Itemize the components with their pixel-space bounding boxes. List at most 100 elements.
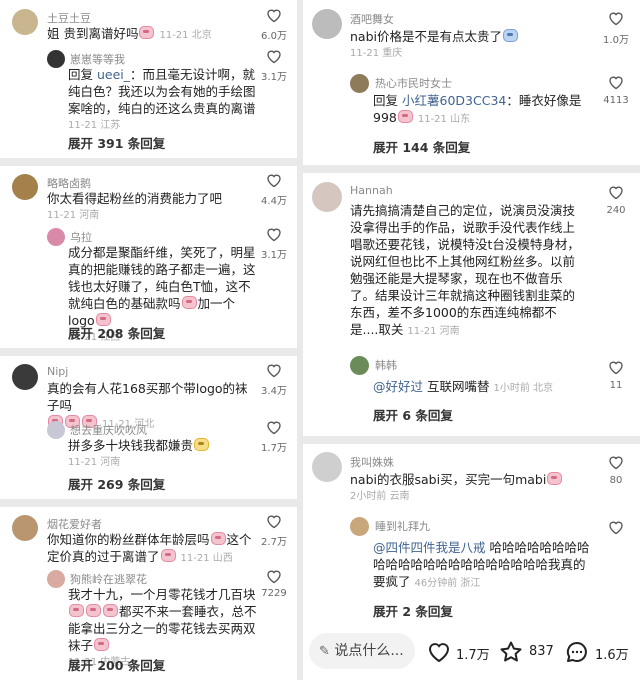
like-count: 3.1万 [261, 250, 287, 261]
like-count: 2.7万 [261, 537, 287, 548]
like-count: 1.0万 [603, 35, 629, 46]
like-count: 80 [609, 475, 623, 486]
expand-replies-button[interactable]: 展开 200 条回复 [68, 655, 165, 674]
reply-text[interactable]: 回复 ueei_：而且毫无设计啊，就纯白色？我还以为会有她的手绘图案啥的，纯白的… [68, 66, 258, 134]
like-heart-icon[interactable] [266, 49, 282, 64]
comment-text[interactable]: nabi价格是不是有点太贵了 11-21 重庆 [350, 28, 580, 62]
pencil-icon: ✎ [319, 644, 330, 659]
emoji-icon [103, 604, 118, 617]
emoji-icon [503, 29, 518, 42]
like-total: 1.7万 [456, 648, 490, 663]
avatar[interactable] [350, 74, 369, 93]
emoji-icon [181, 296, 197, 309]
comment-author[interactable]: 我叫姝姝 [350, 454, 394, 470]
comment-bubble-icon[interactable] [565, 640, 589, 664]
avatar[interactable] [47, 228, 65, 246]
emoji-icon [397, 110, 413, 123]
comment-author[interactable]: 略略卤鹅 [47, 175, 91, 191]
emoji-icon [86, 604, 101, 617]
comment-text[interactable]: nabi的衣服sabi买，买完一句mabi 2小时前 云南 [350, 471, 582, 505]
emoji-icon [194, 438, 210, 451]
like-heart-icon[interactable] [266, 227, 282, 242]
like-heart-icon[interactable] [608, 11, 624, 26]
expand-replies-button[interactable]: 展开 208 条回复 [68, 323, 165, 342]
like-count: 3.1万 [261, 72, 287, 83]
like-heart-icon[interactable] [427, 640, 451, 664]
comment-text[interactable]: 请先搞搞清楚自己的定位，说演员没演技没拿得出手的作品，说歌手没代表作线上唱歌还要… [350, 202, 582, 340]
like-heart-icon[interactable] [266, 569, 282, 584]
emoji-icon [139, 26, 155, 39]
divider [0, 499, 297, 507]
avatar[interactable] [312, 182, 342, 212]
comment-author[interactable]: 烟花爱好者 [47, 516, 102, 532]
reply-author[interactable]: 狗熊岭在逃翠花 [70, 571, 147, 587]
bottom-action-bar: ✎ 说点什么... 1.7万 837 1.6万 [303, 624, 640, 680]
like-count: 3.4万 [261, 386, 287, 397]
avatar[interactable] [47, 50, 65, 68]
avatar[interactable] [47, 570, 65, 588]
comment-author[interactable]: Nipj [47, 365, 68, 378]
comment-input[interactable]: ✎ 说点什么... [309, 633, 415, 669]
like-heart-icon[interactable] [266, 363, 282, 378]
expand-replies-button[interactable]: 展开 391 条回复 [68, 133, 165, 152]
reply-author[interactable]: 崽崽等等我 [70, 51, 125, 67]
emoji-icon [160, 549, 176, 562]
avatar[interactable] [12, 174, 38, 200]
like-count: 11 [609, 380, 623, 391]
reply-author[interactable]: 热心市民时女士 [375, 75, 452, 91]
like-count: 240 [606, 205, 626, 216]
expand-replies-button[interactable]: 展开 2 条回复 [373, 601, 453, 620]
like-heart-icon[interactable] [608, 360, 624, 375]
expand-replies-button[interactable]: 展开 269 条回复 [68, 474, 165, 493]
like-heart-icon[interactable] [608, 520, 624, 535]
comment-author[interactable]: 土豆土豆 [47, 10, 91, 26]
avatar[interactable] [312, 9, 342, 39]
emoji-icon [94, 638, 110, 651]
comment-text[interactable]: 你太看得起粉丝的消费能力了吧 11-21 河南 [47, 190, 252, 224]
avatar[interactable] [350, 517, 369, 536]
expand-replies-button[interactable]: 展开 6 条回复 [373, 405, 453, 424]
comment-author[interactable]: 酒吧舞女 [350, 11, 394, 27]
reply-author[interactable]: 韩韩 [375, 357, 397, 373]
avatar[interactable] [12, 515, 38, 541]
like-heart-icon[interactable] [266, 514, 282, 529]
avatar[interactable] [312, 452, 342, 482]
like-heart-icon[interactable] [608, 185, 624, 200]
left-comment-panel: 土豆土豆 姐 贵到离谱好吗 11-21 北京 6.0万 崽崽等等我 回复 uee… [0, 0, 297, 680]
emoji-icon [210, 532, 226, 545]
like-heart-icon[interactable] [266, 173, 282, 188]
avatar[interactable] [12, 364, 38, 390]
like-heart-icon[interactable] [266, 8, 282, 23]
like-count: 4.4万 [261, 196, 287, 207]
right-comment-panel: 酒吧舞女 nabi价格是不是有点太贵了 11-21 重庆 1.0万 热心市民时女… [303, 0, 640, 680]
star-total: 837 [529, 644, 554, 659]
star-icon[interactable] [499, 640, 523, 664]
reply-author[interactable]: 乌拉 [70, 229, 92, 245]
like-heart-icon[interactable] [608, 75, 624, 90]
comment-author[interactable]: Hannah [350, 184, 393, 197]
like-count: 4113 [603, 95, 629, 106]
like-heart-icon[interactable] [608, 455, 624, 470]
divider [0, 158, 297, 166]
emoji-icon [69, 604, 84, 617]
divider [303, 436, 640, 444]
reply-author[interactable]: 想去重庆吹吹风 [70, 422, 147, 438]
reply-text[interactable]: @四件四件我是八戒 哈哈哈哈哈哈哈哈哈哈哈哈哈哈哈哈哈哈哈哈哈哈我真的要疯了 4… [373, 539, 593, 592]
expand-replies-button[interactable]: 展开 144 条回复 [373, 137, 470, 156]
comment-total: 1.6万 [595, 648, 629, 663]
avatar[interactable] [350, 356, 369, 375]
reply-text[interactable]: @好好过 互联网嘴替 1小时前 北京 [373, 378, 588, 397]
divider [0, 348, 297, 356]
reply-text[interactable]: 拼多多十块钱我都嫌贵 11-21 河南 [68, 437, 258, 471]
reply-text[interactable]: 回复 小红薯60D3CC34：睡衣好像是998 11-21 山东 [373, 92, 588, 128]
like-count: 1.7万 [261, 443, 287, 454]
avatar[interactable] [12, 9, 38, 35]
like-count: 6.0万 [261, 31, 287, 42]
comment-text[interactable]: 姐 贵到离谱好吗 11-21 北京 [47, 25, 252, 44]
comment-text[interactable]: 你知道你的粉丝群体年龄层吗 这个定价真的过于离谱了 11-21 山西 [47, 531, 252, 567]
like-count: 7229 [261, 588, 287, 599]
avatar[interactable] [47, 421, 65, 439]
reply-author[interactable]: 睡到礼拜九 [375, 518, 430, 534]
emoji-icon [547, 472, 563, 485]
like-heart-icon[interactable] [266, 420, 282, 435]
